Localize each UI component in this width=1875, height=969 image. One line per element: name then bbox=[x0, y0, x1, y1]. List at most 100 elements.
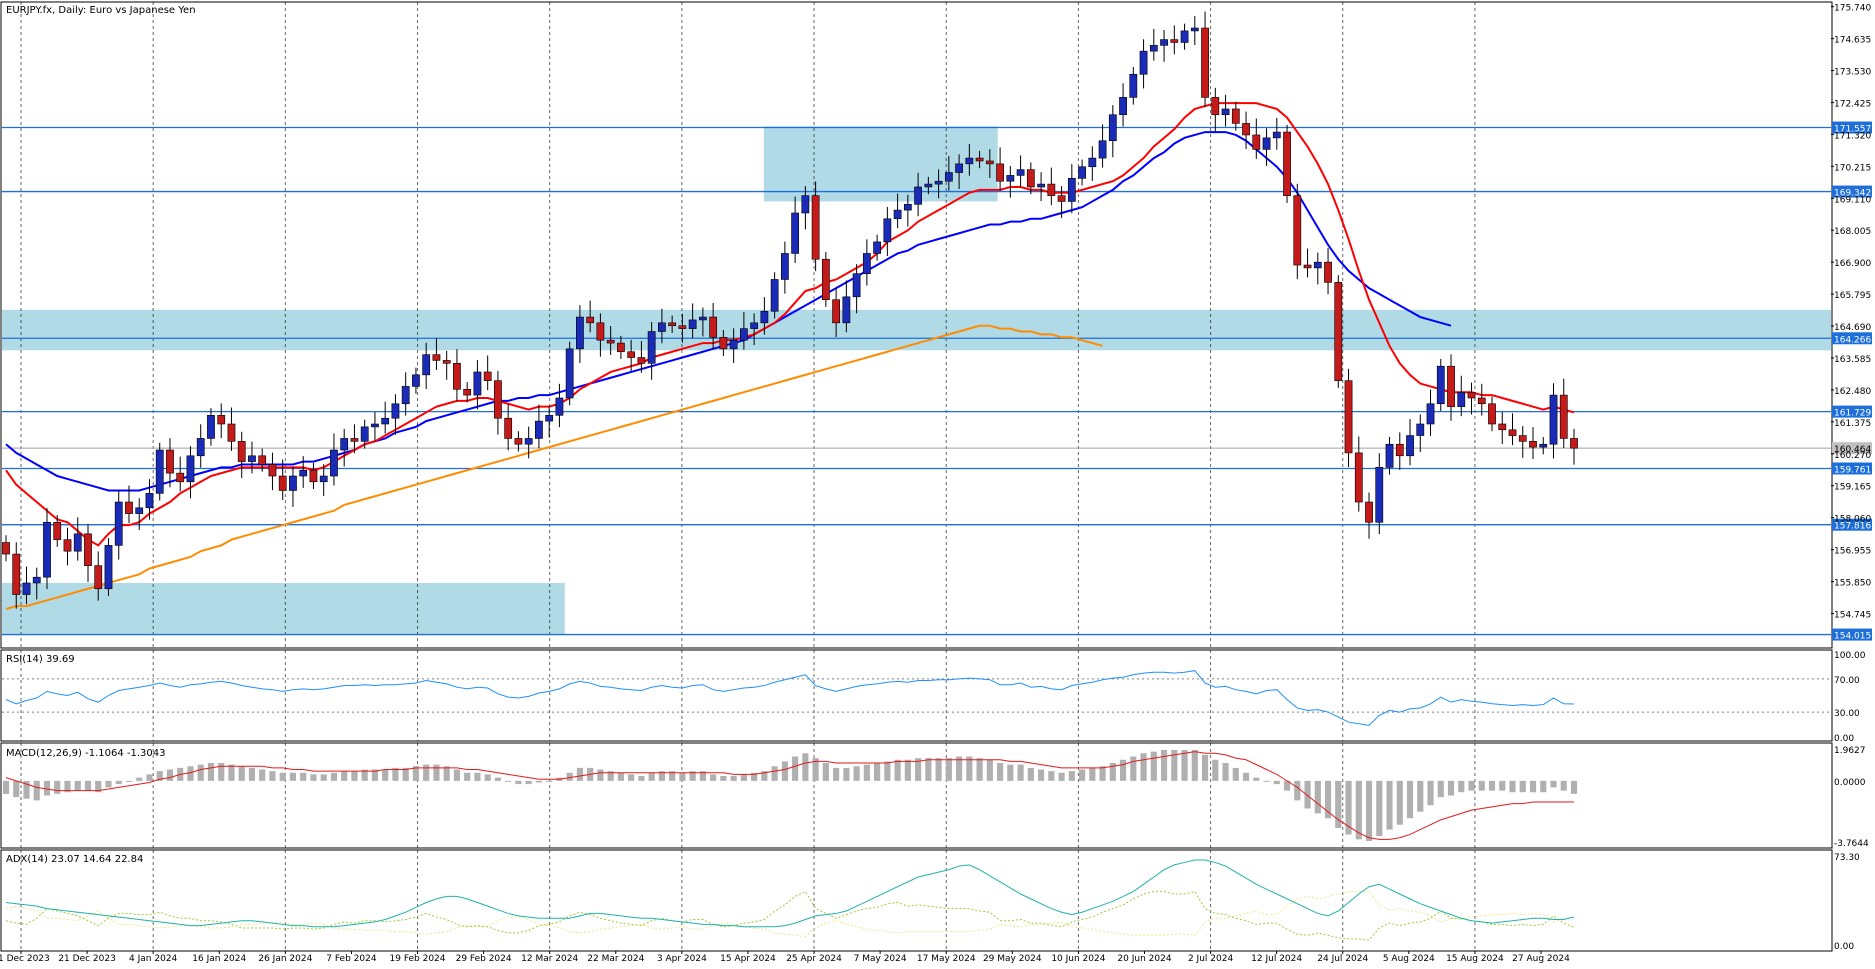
date-axis-label: 29 Feb 2024 bbox=[456, 954, 512, 964]
date-axis-label: 12 Jul 2024 bbox=[1251, 954, 1302, 964]
bearish-candle bbox=[125, 501, 133, 514]
bearish-candle bbox=[1293, 195, 1302, 266]
bearish-candle bbox=[1529, 441, 1537, 448]
macd-histogram-bar bbox=[986, 759, 993, 781]
price-axis-label: 155.850 bbox=[1834, 579, 1871, 589]
macd-histogram-bar bbox=[13, 780, 20, 798]
bullish-candle bbox=[955, 163, 963, 173]
bullish-candle bbox=[1436, 365, 1445, 405]
bullish-candle bbox=[914, 186, 922, 205]
bullish-candle bbox=[944, 172, 953, 182]
price-axis-label: 168.005 bbox=[1834, 227, 1871, 237]
macd-axis-label: 0.0000 bbox=[1834, 778, 1866, 788]
macd-histogram-bar bbox=[935, 758, 942, 781]
macd-histogram-bar bbox=[771, 766, 778, 781]
bearish-candle bbox=[1231, 108, 1240, 124]
macd-histogram-bar bbox=[546, 780, 553, 782]
adx-axis-label: 0.00 bbox=[1834, 942, 1854, 952]
price-axis-label: 154.745 bbox=[1834, 610, 1871, 620]
bullish-candle bbox=[729, 339, 738, 350]
bullish-candle bbox=[565, 348, 574, 399]
bearish-candle bbox=[1303, 264, 1312, 269]
bullish-candle bbox=[1406, 435, 1414, 457]
macd-histogram-bar bbox=[1212, 759, 1219, 781]
macd-histogram-bar bbox=[792, 756, 799, 781]
bullish-candle bbox=[248, 455, 256, 462]
bearish-candle bbox=[463, 389, 472, 396]
bullish-candle bbox=[360, 426, 369, 442]
bearish-candle bbox=[1354, 452, 1363, 503]
date-axis-label: 15 Aug 2024 bbox=[1446, 954, 1504, 964]
price-axis-label: 173.530 bbox=[1834, 68, 1871, 78]
bearish-candle bbox=[1570, 438, 1578, 449]
bullish-candle bbox=[545, 415, 554, 422]
macd-histogram-bar bbox=[1304, 780, 1311, 809]
bullish-candle bbox=[1272, 131, 1281, 139]
bullish-candle bbox=[873, 241, 881, 254]
macd-histogram-bar bbox=[330, 772, 338, 781]
bearish-candle bbox=[217, 415, 226, 425]
price-axis-label: 156.955 bbox=[1834, 547, 1871, 557]
bullish-candle bbox=[1098, 140, 1107, 159]
date-axis-label: 12 Mar 2024 bbox=[521, 954, 578, 964]
bearish-candle bbox=[483, 371, 492, 381]
bullish-candle bbox=[903, 204, 912, 211]
bearish-candle bbox=[2, 542, 10, 555]
macd-histogram-bar bbox=[74, 780, 81, 791]
macd-histogram-bar bbox=[1099, 766, 1106, 781]
macd-histogram-bar bbox=[1447, 780, 1455, 796]
bearish-candle bbox=[504, 417, 513, 439]
macd-histogram-bar bbox=[1550, 780, 1557, 788]
macd-histogram-bar bbox=[884, 761, 891, 781]
macd-histogram-bar bbox=[474, 772, 481, 781]
date-axis-label: 7 Feb 2024 bbox=[326, 954, 377, 964]
bullish-candle bbox=[658, 322, 666, 332]
macd-histogram-bar bbox=[648, 772, 655, 781]
macd-histogram-bar bbox=[628, 774, 635, 781]
bearish-candle bbox=[1498, 423, 1507, 431]
bullish-candle bbox=[760, 310, 769, 324]
macd-histogram-bar bbox=[781, 761, 788, 781]
date-axis-label: 22 Mar 2024 bbox=[587, 954, 644, 964]
price-chart-svg: 171.557169.342164.266161.729159.761157.8… bbox=[0, 1, 1872, 964]
bullish-candle bbox=[330, 449, 338, 477]
bullish-candle bbox=[412, 374, 420, 387]
bearish-candle bbox=[1334, 282, 1343, 381]
level-price-label: 154.015 bbox=[1834, 632, 1871, 642]
bearish-candle bbox=[832, 299, 841, 324]
bearish-candle bbox=[350, 438, 359, 442]
macd-histogram-bar bbox=[1478, 780, 1485, 791]
macd-histogram-bar bbox=[1201, 754, 1209, 781]
price-axis-label: 174.635 bbox=[1834, 36, 1871, 46]
macd-histogram-bar bbox=[207, 763, 215, 781]
macd-histogram-bar bbox=[1263, 780, 1270, 782]
price-axis-label: 175.740 bbox=[1834, 4, 1871, 14]
bullish-candle bbox=[299, 469, 308, 477]
bullish-candle bbox=[1067, 178, 1076, 202]
bullish-candle bbox=[1139, 50, 1148, 75]
macd-histogram-bar bbox=[1417, 780, 1424, 812]
date-axis-label: 15 Apr 2024 bbox=[720, 954, 776, 964]
bullish-candle bbox=[1313, 261, 1322, 269]
bearish-candle bbox=[1447, 365, 1455, 407]
bullish-candle bbox=[1149, 45, 1158, 52]
bearish-candle bbox=[453, 362, 461, 390]
level-price-label: 164.266 bbox=[1834, 335, 1871, 345]
date-axis-label: 19 Feb 2024 bbox=[390, 954, 446, 964]
macd-axis-label: 1.9627 bbox=[1834, 746, 1866, 756]
macd-histogram-bar bbox=[218, 763, 225, 781]
macd-histogram-bar bbox=[269, 771, 276, 781]
date-axis-label: 3 Apr 2024 bbox=[657, 954, 707, 964]
bearish-candle bbox=[985, 160, 994, 165]
macd-histogram-bar bbox=[443, 766, 450, 781]
macd-histogram-bar bbox=[1458, 780, 1465, 793]
bullish-candle bbox=[750, 322, 759, 329]
bearish-candle bbox=[678, 325, 687, 329]
bullish-candle bbox=[862, 253, 871, 274]
price-axis-label: 171.320 bbox=[1834, 131, 1871, 141]
bullish-candle bbox=[535, 420, 543, 439]
bullish-candle bbox=[1426, 403, 1435, 425]
bullish-candle bbox=[1416, 423, 1425, 436]
macd-histogram-bar bbox=[382, 769, 389, 781]
date-axis-label: 26 Jan 2024 bbox=[258, 954, 312, 964]
